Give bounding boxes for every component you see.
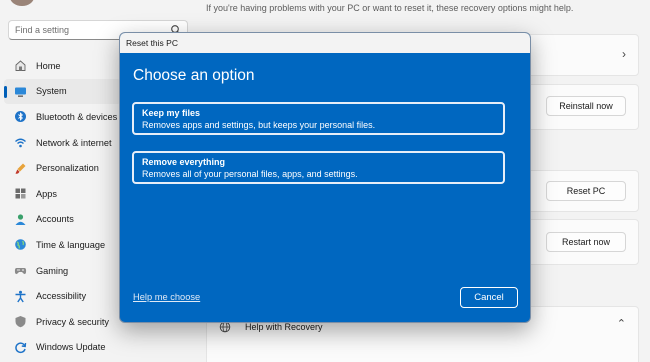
sidebar-item-label: Time & language [36, 239, 106, 250]
accounts-icon [14, 213, 27, 226]
dialog-heading: Choose an option [133, 67, 255, 84]
globe-icon [14, 238, 27, 251]
sidebar-item-label: Apps [36, 188, 57, 199]
option-title: Keep my files [142, 108, 201, 118]
user-avatar[interactable] [10, 0, 34, 6]
reset-pc-button[interactable]: Reset PC [546, 181, 626, 201]
recovery-intro-text: If you're having problems with your PC o… [206, 3, 574, 13]
home-icon [14, 59, 27, 72]
sidebar-item-label: Personalization [36, 163, 99, 174]
sidebar-item-bluetooth[interactable]: Bluetooth & devices [0, 104, 125, 130]
chevron-up-icon[interactable]: ⌃ [617, 317, 626, 330]
sidebar-item-label: System [36, 86, 67, 97]
sidebar-item-home[interactable]: Home [0, 53, 125, 79]
restart-now-button[interactable]: Restart now [546, 232, 626, 252]
sidebar-item-windows-update[interactable]: Windows Update [0, 335, 125, 361]
gamepad-icon [14, 264, 27, 277]
sidebar-item-accounts[interactable]: Accounts [0, 207, 125, 233]
shield-icon [14, 315, 27, 328]
dialog-title: Reset this PC [126, 38, 178, 48]
brush-icon [14, 162, 27, 175]
option-description: Removes all of your personal files, apps… [142, 169, 358, 179]
sidebar-item-label: Accounts [36, 214, 74, 225]
sidebar-item-network[interactable]: Network & internet [0, 130, 125, 156]
help-me-choose-link[interactable]: Help me choose [133, 292, 200, 302]
keep-my-files-option[interactable]: Keep my files Removes apps and settings,… [132, 102, 505, 135]
sidebar-item-label: Accessibility [36, 291, 87, 302]
search-placeholder: Find a setting [15, 25, 70, 35]
update-icon [14, 341, 27, 354]
sidebar-item-personalization[interactable]: Personalization [0, 155, 125, 181]
sidebar-item-system[interactable]: System [4, 78, 121, 105]
accessibility-icon [14, 290, 27, 303]
sidebar-item-time-language[interactable]: Time & language [0, 232, 125, 258]
reset-pc-dialog: Reset this PC Choose an option Keep my f… [119, 32, 531, 323]
sidebar-item-privacy[interactable]: Privacy & security [0, 309, 125, 335]
dialog-titlebar: Reset this PC [120, 33, 530, 53]
sidebar-item-label: Gaming [36, 265, 69, 276]
sidebar-nav: Home System Bluetooth & devices Network … [0, 53, 125, 360]
chevron-right-icon: › [622, 47, 626, 61]
sidebar-item-label: Privacy & security [36, 316, 110, 327]
wifi-icon [14, 136, 27, 149]
sidebar-item-label: Bluetooth & devices [36, 111, 118, 122]
sidebar-item-accessibility[interactable]: Accessibility [0, 283, 125, 309]
apps-icon [14, 187, 27, 200]
sidebar-item-label: Network & internet [36, 137, 112, 148]
option-title: Remove everything [142, 157, 226, 167]
sidebar-item-gaming[interactable]: Gaming [0, 258, 125, 284]
sidebar-item-apps[interactable]: Apps [0, 181, 125, 207]
option-description: Removes apps and settings, but keeps you… [142, 120, 376, 130]
cancel-button[interactable]: Cancel [460, 287, 518, 308]
remove-everything-option[interactable]: Remove everything Removes all of your pe… [132, 151, 505, 184]
system-icon [14, 85, 27, 98]
sidebar-item-label: Windows Update [36, 342, 106, 353]
reinstall-now-button[interactable]: Reinstall now [546, 96, 626, 116]
sidebar-item-label: Home [36, 60, 61, 71]
bluetooth-icon [14, 110, 27, 123]
help-with-recovery-label: Help with Recovery [245, 322, 323, 332]
